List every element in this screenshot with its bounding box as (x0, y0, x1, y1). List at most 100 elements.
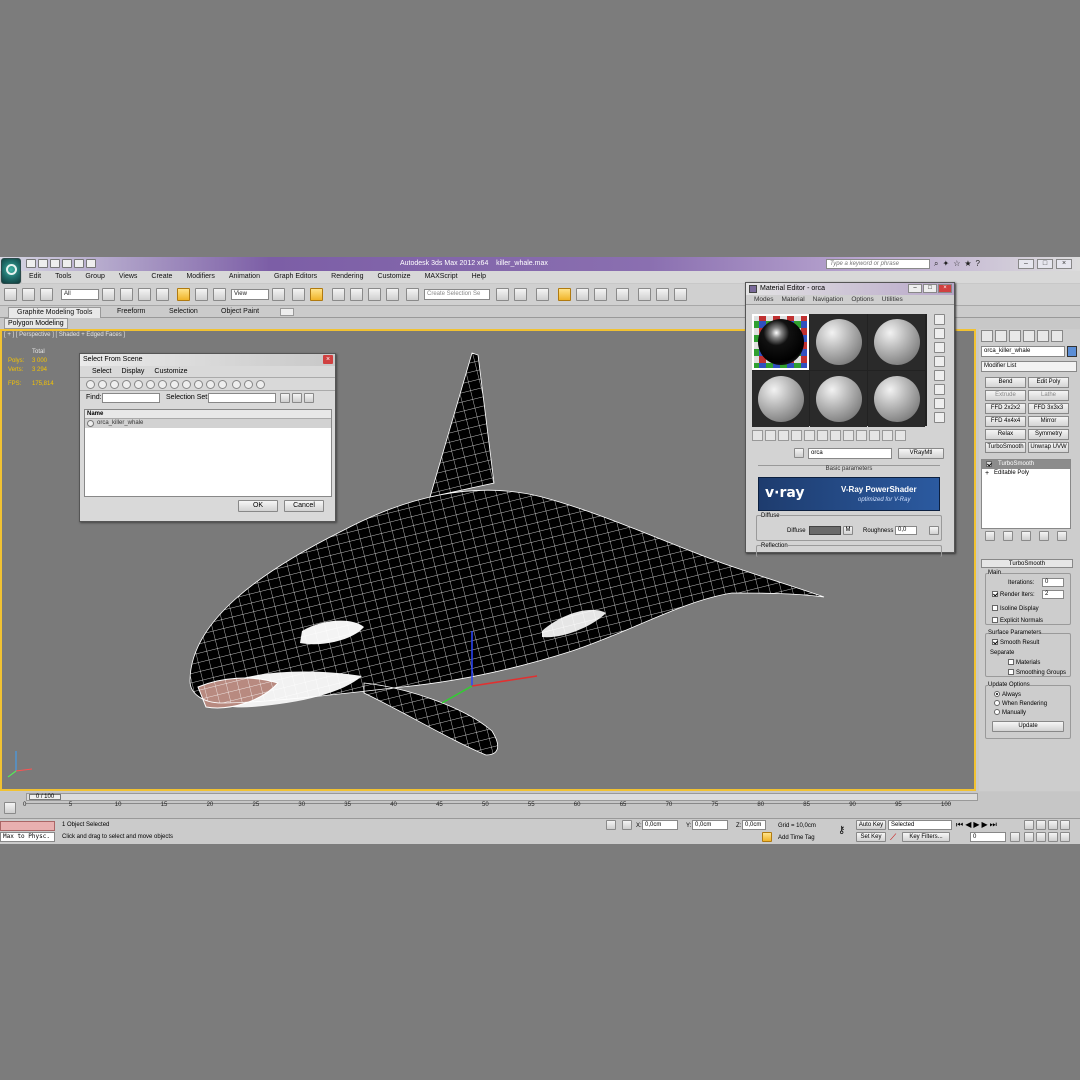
favorites-icon[interactable]: ★ (964, 259, 971, 269)
key-filters-button[interactable]: Key Filters... (902, 832, 950, 842)
object-name-input[interactable]: orca_killer_whale (981, 346, 1065, 357)
display-lights-icon[interactable] (110, 380, 119, 389)
ribbon-options-icon[interactable] (280, 308, 294, 316)
select-by-material-icon[interactable] (934, 412, 945, 423)
mirror-icon[interactable] (496, 288, 509, 301)
maximize-viewport-icon[interactable] (1060, 832, 1070, 842)
show-shaded-icon[interactable] (856, 430, 867, 441)
med-maximize-button[interactable]: □ (923, 284, 937, 293)
menu-modifiers[interactable]: Modifiers (179, 271, 221, 283)
display-bones-icon[interactable] (182, 380, 191, 389)
modifier-relax-button[interactable]: Relax (985, 429, 1026, 440)
display-cameras-icon[interactable] (122, 380, 131, 389)
med-menu-material[interactable]: Material (782, 295, 805, 304)
sample-slot[interactable] (810, 371, 867, 427)
put-to-scene-icon[interactable] (765, 430, 776, 441)
select-scale-icon[interactable] (213, 288, 226, 301)
find-input[interactable] (102, 393, 160, 403)
med-minimize-button[interactable]: – (908, 284, 922, 293)
utilities-tab-icon[interactable] (1051, 330, 1063, 342)
selection-set-dropdown[interactable] (208, 393, 276, 403)
modifier-ffd3-button[interactable]: FFD 3x3x3 (1028, 403, 1069, 414)
explicit-normals-row[interactable]: Explicit Normals (992, 617, 1043, 625)
zoom-extents-all-icon[interactable] (1060, 820, 1070, 830)
maxscript-listener-input[interactable]: Max to Physc. (0, 832, 55, 842)
graphite-toggle-icon[interactable] (558, 288, 571, 301)
pivot-center-icon[interactable] (272, 288, 285, 301)
play-icon[interactable]: ▶ (973, 820, 979, 830)
go-forward-icon[interactable] (895, 430, 906, 441)
menu-customize[interactable]: Customize (370, 271, 417, 283)
go-to-start-icon[interactable]: ⏮ (956, 820, 963, 830)
go-to-parent-icon[interactable] (882, 430, 893, 441)
z-coordinate-input[interactable]: 0,0cm (742, 820, 766, 830)
subscription-icon[interactable]: ✦ (942, 259, 949, 269)
layer-manager-icon[interactable] (536, 288, 549, 301)
edit-named-selection-icon[interactable] (406, 288, 419, 301)
set-key-mode-icon[interactable]: ⟋ (890, 832, 896, 843)
video-color-check-icon[interactable] (934, 370, 945, 381)
modifier-lathe-button[interactable]: Lathe (1028, 390, 1069, 401)
uv-tiling-icon[interactable] (934, 356, 945, 367)
key-filter-dropdown[interactable]: Selected (888, 820, 952, 830)
smooth-result-checkbox[interactable] (992, 639, 998, 646)
smoothing-groups-checkbox[interactable] (1008, 669, 1014, 676)
get-material-icon[interactable] (752, 430, 763, 441)
display-frozen-icon[interactable] (206, 380, 215, 389)
unlink-icon[interactable] (22, 288, 35, 301)
menu-tools[interactable]: Tools (48, 271, 78, 283)
display-spacewarps-icon[interactable] (146, 380, 155, 389)
material-id-icon[interactable] (843, 430, 854, 441)
selection-filter-dropdown[interactable]: All (61, 289, 99, 300)
render-iters-checkbox[interactable] (992, 591, 998, 598)
hierarchy-tab-icon[interactable] (1009, 330, 1021, 342)
ok-button[interactable]: OK (238, 500, 278, 512)
put-to-library-icon[interactable] (830, 430, 841, 441)
always-radio[interactable] (994, 691, 1000, 698)
gizmo-x-axis[interactable] (471, 675, 538, 687)
rect-selection-icon[interactable] (138, 288, 151, 301)
sample-slot[interactable] (810, 314, 867, 370)
roughness-input[interactable]: 0,0 (895, 526, 917, 535)
menu-edit[interactable]: Edit (22, 271, 48, 283)
material-name-input[interactable]: orca (808, 448, 892, 459)
assign-material-icon[interactable] (778, 430, 789, 441)
diffuse-color-swatch[interactable] (809, 526, 841, 535)
display-groups-icon[interactable] (158, 380, 167, 389)
menu-rendering[interactable]: Rendering (324, 271, 370, 283)
materials-checkbox[interactable] (1008, 659, 1014, 666)
expand-icon[interactable]: + (985, 469, 989, 478)
zoom-extents-icon[interactable] (1048, 820, 1058, 830)
turbosmooth-rollout-header[interactable]: TurboSmooth (981, 559, 1073, 568)
sample-slot-orca[interactable] (752, 314, 809, 370)
window-crossing-icon[interactable] (156, 288, 169, 301)
select-rotate-icon[interactable] (195, 288, 208, 301)
when-rendering-radio[interactable] (994, 700, 1000, 707)
redo-icon[interactable] (74, 259, 84, 268)
tab-selection[interactable]: Selection (169, 307, 198, 317)
display-all-icon[interactable] (232, 380, 241, 389)
motion-tab-icon[interactable] (1023, 330, 1035, 342)
diffuse-map-button[interactable]: M (843, 526, 853, 535)
smoothing-groups-row[interactable]: Smoothing Groups (1008, 669, 1066, 677)
sample-slot[interactable] (752, 371, 809, 427)
hierarchy-icon[interactable] (304, 393, 314, 403)
modifier-bend-button[interactable]: Bend (985, 377, 1026, 388)
create-tab-icon[interactable] (981, 330, 993, 342)
display-none-icon[interactable] (244, 380, 253, 389)
pin-stack-icon[interactable] (985, 531, 995, 541)
field-of-view-icon[interactable] (1024, 832, 1034, 842)
menu-create[interactable]: Create (144, 271, 179, 283)
basic-parameters-rollout[interactable]: Basic parameters (758, 465, 940, 474)
menu-group[interactable]: Group (78, 271, 111, 283)
smooth-result-row[interactable]: Smooth Result (992, 639, 1039, 647)
time-tag-icon[interactable] (762, 832, 772, 842)
go-to-end-icon[interactable]: ⏭ (990, 820, 997, 830)
project-folder-icon[interactable] (86, 259, 96, 268)
modifier-symmetry-button[interactable]: Symmetry (1028, 429, 1069, 440)
maxscript-listener-pink[interactable] (0, 821, 55, 831)
app-logo-icon[interactable] (1, 258, 21, 284)
undo-icon[interactable] (62, 259, 72, 268)
named-selection-dropdown[interactable]: Create Selection Se (424, 289, 490, 300)
rendered-frame-icon[interactable] (656, 288, 669, 301)
